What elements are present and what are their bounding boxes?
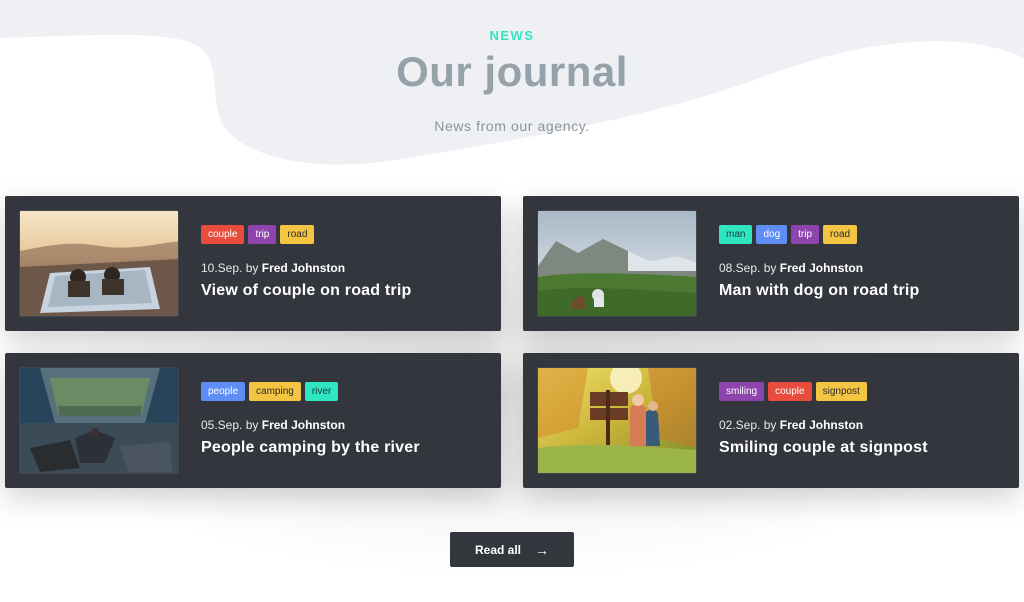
tag-list: couple trip road [201, 225, 315, 244]
post-date: 05.Sep. [201, 418, 243, 432]
tag-list: man dog trip road [719, 225, 858, 244]
post-meta: 08.Sep. by Fred Johnston [719, 261, 863, 275]
post-author[interactable]: Fred Johnston [262, 261, 345, 275]
post-author[interactable]: Fred Johnston [780, 261, 863, 275]
post-title[interactable]: Smiling couple at signpost [719, 439, 928, 457]
post-author[interactable]: Fred Johnston [780, 418, 863, 432]
post-author[interactable]: Fred Johnston [262, 418, 345, 432]
journal-card-road-trip[interactable]: couple trip road 10.Sep. by Fred Johnsto… [5, 196, 501, 331]
post-by: by [763, 418, 777, 432]
journal-card-camping[interactable]: people camping river 05.Sep. by Fred Joh… [5, 353, 501, 488]
tag-list: smiling couple signpost [719, 382, 867, 401]
page-title: Our journal [396, 48, 628, 95]
journal-card-signpost[interactable]: smiling couple signpost 02.Sep. by Fred … [523, 353, 1019, 488]
tag-list: people camping river [201, 382, 339, 401]
arrow-right-icon: → [535, 541, 550, 558]
page-subtitle: News from our agency. [434, 118, 590, 134]
tag-camping[interactable]: camping [249, 382, 301, 401]
section-eyebrow: NEWS [489, 28, 535, 43]
tag-people[interactable]: people [201, 382, 246, 401]
tag-road[interactable]: road [823, 225, 858, 244]
journal-thumbnail-image[interactable] [19, 367, 179, 474]
post-title[interactable]: View of couple on road trip [201, 282, 411, 300]
thumbnail-couple-signpost [538, 368, 696, 473]
post-title[interactable]: Man with dog on road trip [719, 282, 920, 300]
journal-thumbnail-image[interactable] [537, 210, 697, 317]
post-date: 10.Sep. [201, 261, 243, 275]
post-date: 02.Sep. [719, 418, 761, 432]
post-meta: 02.Sep. by Fred Johnston [719, 418, 863, 432]
post-by: by [245, 418, 259, 432]
tag-signpost[interactable]: signpost [815, 382, 867, 401]
thumbnail-camping-river [20, 368, 178, 473]
post-meta: 10.Sep. by Fred Johnston [201, 261, 345, 275]
tag-trip[interactable]: trip [791, 225, 820, 244]
thumbnail-couple-road-trip [20, 211, 178, 316]
tag-couple[interactable]: couple [201, 225, 245, 244]
read-all-label: Read all [474, 542, 522, 557]
journal-thumbnail-image[interactable] [19, 210, 179, 317]
post-title[interactable]: People camping by the river [201, 439, 420, 457]
tag-road[interactable]: road [280, 225, 315, 244]
journal-thumbnail-image[interactable] [537, 367, 697, 474]
tag-couple[interactable]: couple [768, 382, 812, 401]
post-by: by [763, 261, 777, 275]
post-meta: 05.Sep. by Fred Johnston [201, 418, 345, 432]
tag-smiling[interactable]: smiling [719, 382, 765, 401]
tag-dog[interactable]: dog [756, 225, 788, 244]
journal-card-man-dog[interactable]: man dog trip road 08.Sep. by Fred Johnst… [523, 196, 1019, 331]
read-all-button[interactable]: Read all → [450, 532, 574, 567]
tag-trip[interactable]: trip [248, 225, 277, 244]
thumbnail-man-dog-mountains [538, 211, 696, 316]
post-date: 08.Sep. [719, 261, 761, 275]
post-by: by [245, 261, 259, 275]
tag-river[interactable]: river [304, 382, 339, 401]
tag-man[interactable]: man [719, 225, 753, 244]
